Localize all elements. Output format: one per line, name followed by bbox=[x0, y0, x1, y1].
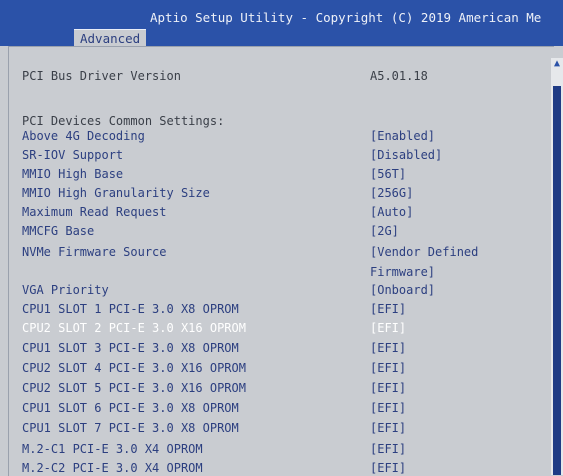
setting-label: PCI Bus Driver Version bbox=[22, 69, 181, 83]
setting-label: SR-IOV Support bbox=[22, 148, 124, 162]
setting-value[interactable]: [Auto] bbox=[370, 204, 413, 220]
setting-value[interactable]: [EFI] bbox=[370, 400, 406, 416]
setting-label: Maximum Read Request bbox=[22, 205, 167, 219]
setting-label: MMIO High Base bbox=[22, 167, 124, 181]
setting-value[interactable]: [EFI] bbox=[370, 360, 406, 376]
setting-value[interactable]: [256G] bbox=[370, 185, 413, 201]
setting-value[interactable]: [Onboard] bbox=[370, 282, 435, 298]
setting-label: CPU1 SLOT 7 PCI-E 3.0 X8 OPROM bbox=[22, 421, 239, 435]
setting-value[interactable]: [EFI] bbox=[370, 420, 406, 436]
setting-label: M.2-C1 PCI-E 3.0 X4 OPROM bbox=[22, 442, 203, 456]
setting-label: CPU1 SLOT 3 PCI-E 3.0 X8 OPROM bbox=[22, 341, 239, 355]
setting-value[interactable]: [56T] bbox=[370, 166, 406, 182]
setting-value[interactable]: [EFI] bbox=[370, 340, 406, 356]
setting-value[interactable]: [EFI] bbox=[370, 320, 406, 336]
tab-advanced[interactable]: Advanced bbox=[74, 29, 147, 47]
setting-value[interactable]: [2G] bbox=[370, 223, 399, 239]
setting-value[interactable]: [Vendor Defined bbox=[370, 244, 478, 260]
setting-value[interactable]: [Disabled] bbox=[370, 147, 442, 163]
app-title: Aptio Setup Utility - Copyright (C) 2019… bbox=[150, 10, 542, 25]
setting-value[interactable]: [EFI] bbox=[370, 301, 406, 317]
setting-value[interactable]: Firmware] bbox=[370, 264, 435, 280]
setting-label: VGA Priority bbox=[22, 283, 109, 297]
setting-label: CPU2 SLOT 5 PCI-E 3.0 X16 OPROM bbox=[22, 381, 246, 395]
setting-value: A5.01.18 bbox=[370, 69, 428, 83]
setting-label: CPU1 SLOT 6 PCI-E 3.0 X8 OPROM bbox=[22, 401, 239, 415]
setting-value[interactable]: [EFI] bbox=[370, 380, 406, 396]
scrollbar-thumb[interactable] bbox=[553, 86, 561, 475]
setting-label: NVMe Firmware Source bbox=[22, 245, 167, 259]
setting-label: MMCFG Base bbox=[22, 224, 95, 238]
scroll-up-icon[interactable]: ▲ bbox=[551, 58, 563, 70]
setting-label: PCI Devices Common Settings: bbox=[22, 114, 225, 128]
setting-value[interactable]: [EFI] bbox=[370, 441, 406, 457]
title-bar: Aptio Setup Utility - Copyright (C) 2019… bbox=[0, 0, 563, 47]
setting-label: CPU2 SLOT 4 PCI-E 3.0 X16 OPROM bbox=[22, 361, 246, 375]
setting-value[interactable]: [EFI] bbox=[370, 460, 406, 476]
setting-label: CPU1 SLOT 1 PCI-E 3.0 X8 OPROM bbox=[22, 302, 239, 316]
setting-label: CPU2 SLOT 2 PCI-E 3.0 X16 OPROM bbox=[22, 321, 246, 335]
setting-value[interactable]: [Enabled] bbox=[370, 128, 435, 144]
setting-label: M.2-C2 PCI-E 3.0 X4 OPROM bbox=[22, 461, 203, 475]
setting-label: Above 4G Decoding bbox=[22, 129, 145, 143]
setting-label: MMIO High Granularity Size bbox=[22, 186, 210, 200]
